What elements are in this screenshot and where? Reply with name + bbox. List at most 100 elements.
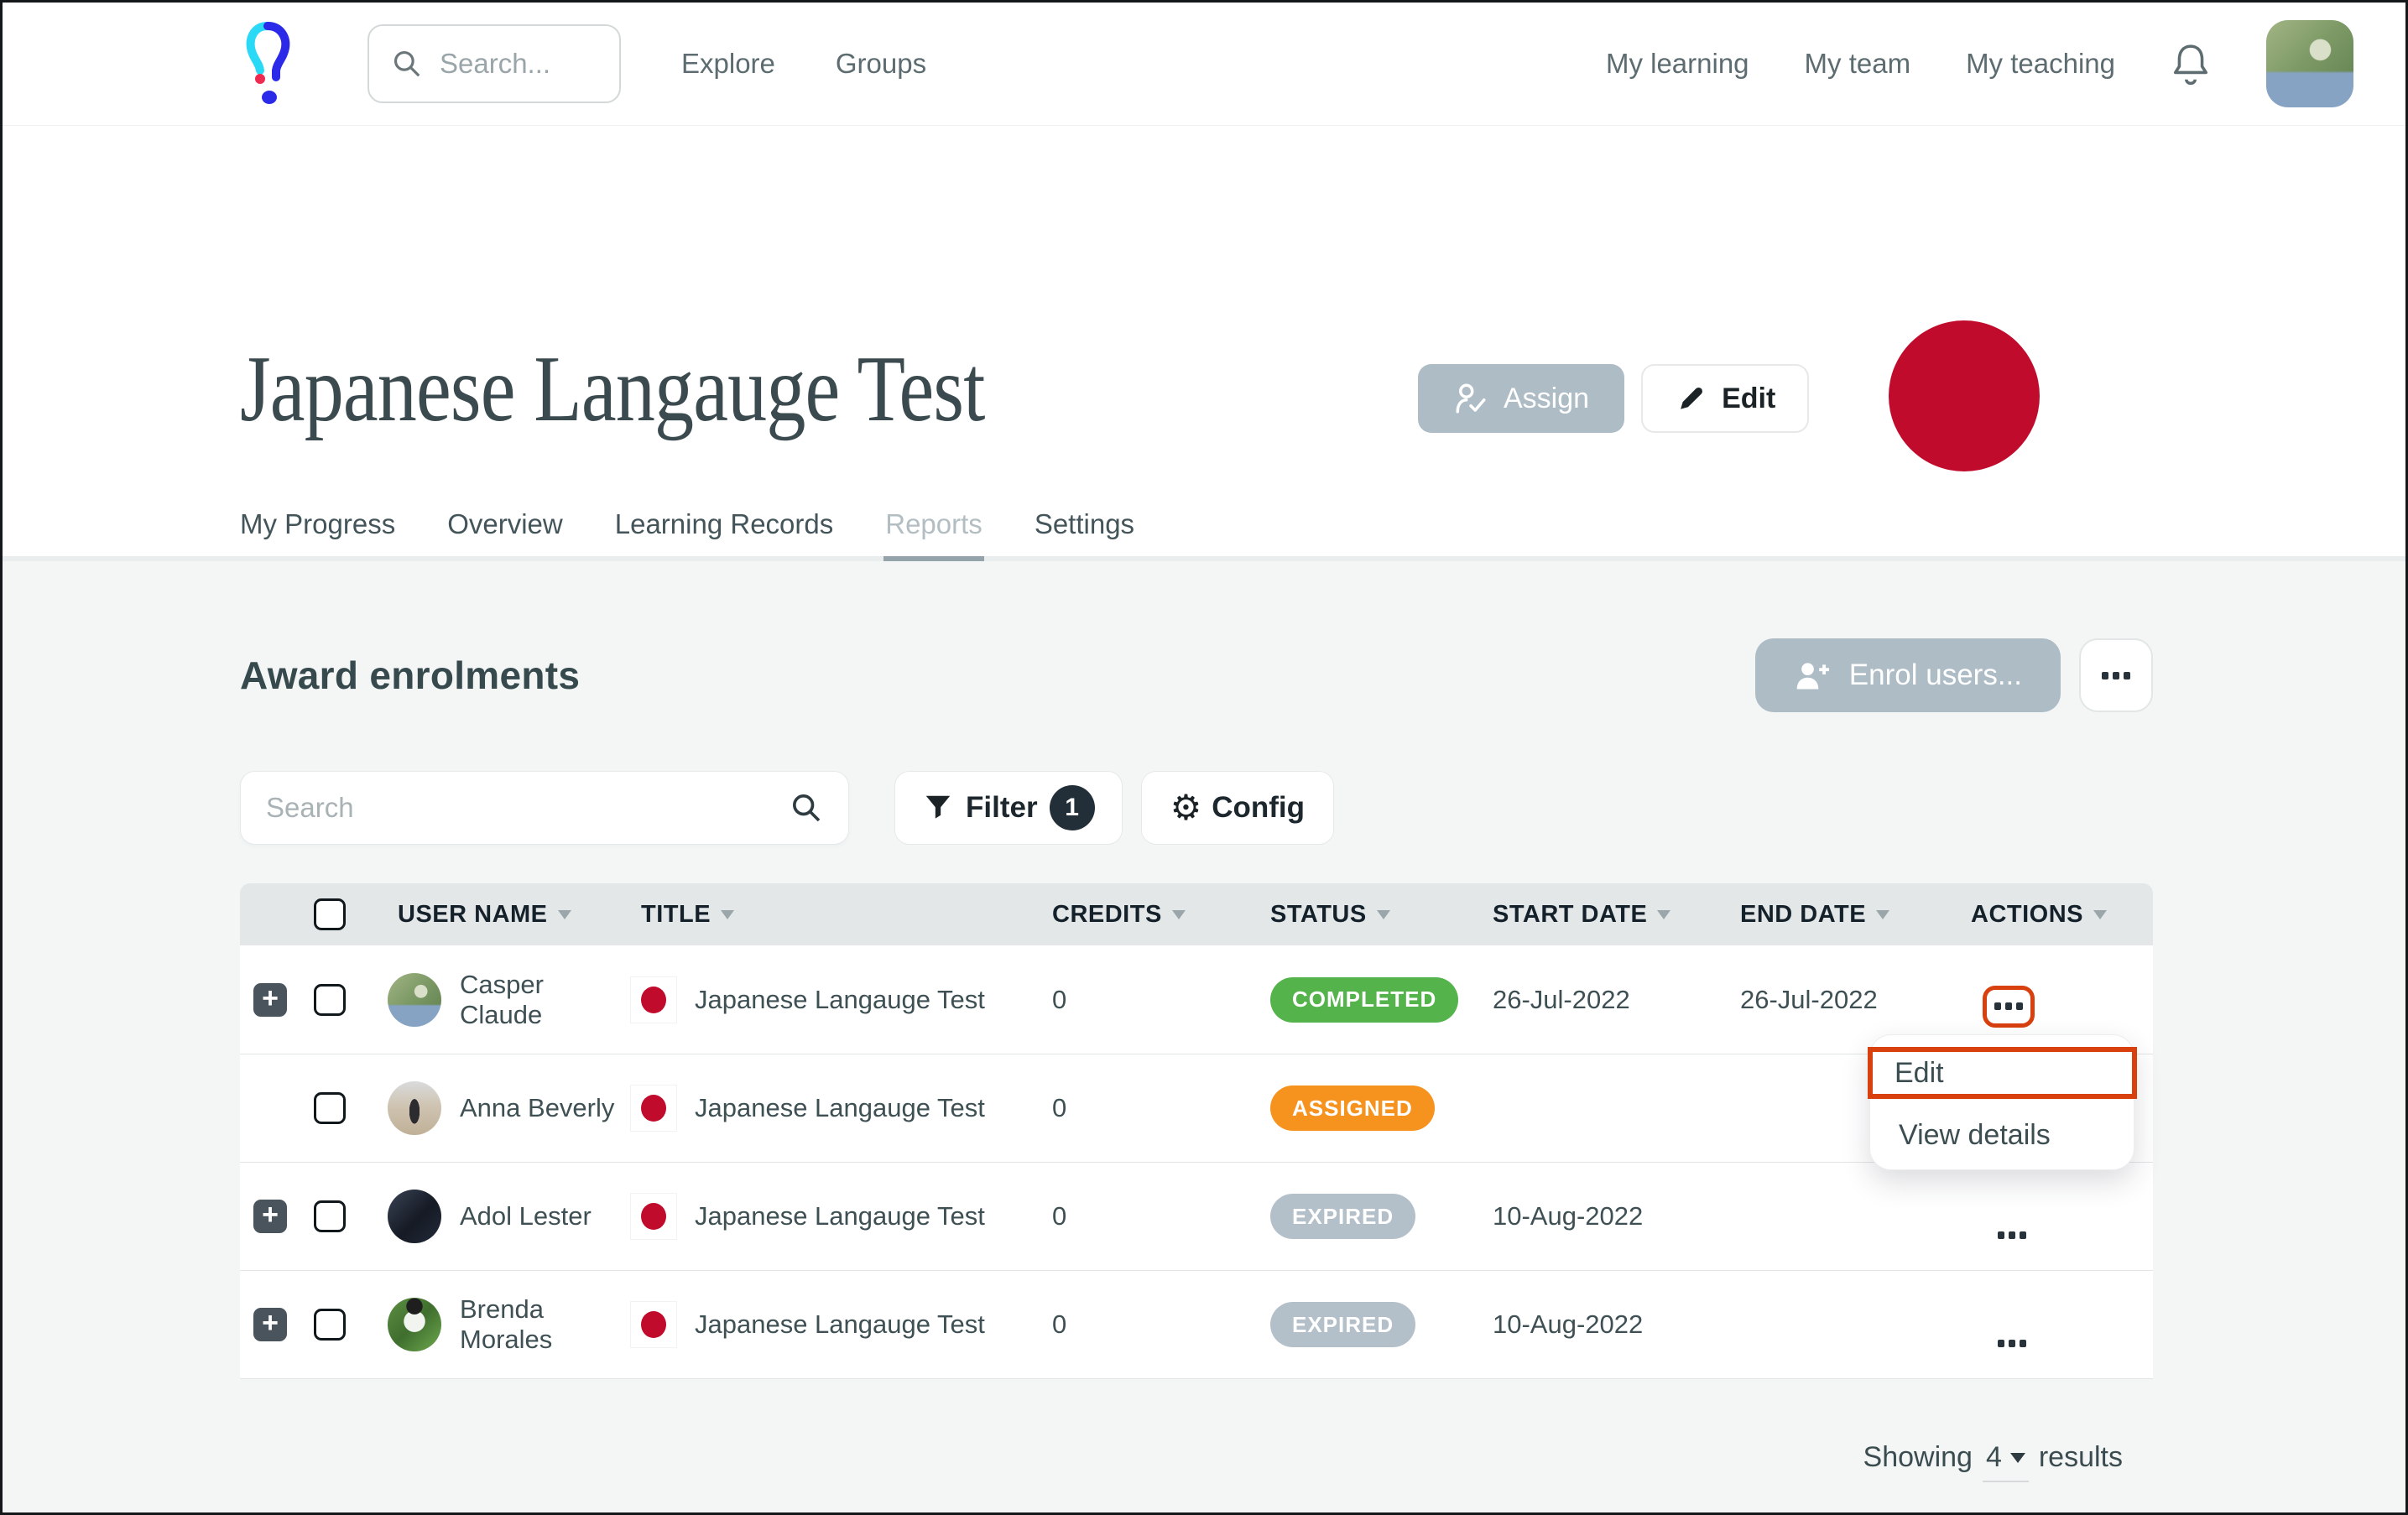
top-right-nav: My learning My team My teaching: [1606, 20, 2353, 107]
user-name: Casper Claude: [460, 970, 631, 1030]
more-actions-button[interactable]: [2079, 638, 2153, 712]
table-toolbar: Filter 1 ⚙ Config: [240, 771, 2153, 845]
nav-explore[interactable]: Explore: [681, 48, 775, 80]
tab-settings[interactable]: Settings: [1035, 492, 1134, 556]
row-checkbox[interactable]: [314, 1200, 346, 1232]
sort-caret-icon: [1876, 910, 1889, 919]
col-actions[interactable]: ACTIONS: [1961, 901, 2153, 929]
award-hero: Japanese Langauge Test Assign Edit: [3, 126, 2405, 561]
filter-button[interactable]: Filter 1: [894, 771, 1123, 845]
person-plus-icon: [1794, 657, 1831, 694]
tab-my-progress[interactable]: My Progress: [240, 492, 395, 556]
assign-button[interactable]: Assign: [1418, 364, 1624, 433]
top-navigation-bar: Explore Groups My learning My team My te…: [3, 3, 2405, 126]
enrol-users-button[interactable]: Enrol users...: [1755, 638, 2061, 712]
avatar: [388, 1298, 441, 1351]
sort-caret-icon: [1172, 910, 1186, 919]
nav-my-team[interactable]: My team: [1805, 48, 1911, 80]
table-row: Anna Beverly Japanese Langauge Test 0 AS…: [240, 1054, 2153, 1162]
row-checkbox[interactable]: [314, 984, 346, 1016]
award-cover-japan-flag: [1889, 320, 2040, 471]
nav-groups[interactable]: Groups: [836, 48, 926, 80]
results-label: results: [2039, 1441, 2123, 1474]
status-badge: COMPLETED: [1270, 977, 1458, 1023]
menu-item-edit-highlighted[interactable]: Edit: [1868, 1047, 2137, 1099]
row-actions-button[interactable]: [1998, 1231, 2026, 1239]
award-title: Japanese Langauge Test: [695, 985, 985, 1015]
brand-lightbulb-logo[interactable]: [243, 19, 294, 108]
global-search-box[interactable]: [367, 24, 621, 103]
col-status[interactable]: STATUS: [1260, 901, 1483, 929]
sort-caret-icon: [2093, 910, 2107, 919]
person-check-icon: [1453, 381, 1488, 416]
expand-row-button[interactable]: +: [253, 983, 287, 1017]
results-count: 4: [1986, 1441, 2002, 1474]
filter-count-badge: 1: [1050, 785, 1095, 830]
primary-nav: Explore Groups: [681, 48, 926, 80]
ellipsis-icon: [1994, 1002, 2023, 1010]
search-icon: [391, 48, 423, 80]
award-flag-icon: [631, 1302, 676, 1347]
award-flag-icon: [631, 1085, 676, 1131]
row-checkbox[interactable]: [314, 1092, 346, 1124]
start-date: 26-Jul-2022: [1483, 985, 1730, 1015]
edit-award-button[interactable]: Edit: [1641, 364, 1809, 433]
search-icon: [790, 791, 823, 825]
tab-reports[interactable]: Reports: [885, 492, 982, 556]
credits-value: 0: [1042, 1093, 1260, 1123]
end-date: 26-Jul-2022: [1730, 985, 1961, 1015]
credits-value: 0: [1042, 1309, 1260, 1340]
row-actions-button[interactable]: [1998, 1340, 2026, 1347]
profile-avatar[interactable]: [2266, 20, 2353, 107]
start-date: 10-Aug-2022: [1483, 1309, 1730, 1340]
award-flag-icon: [631, 977, 676, 1023]
user-name: Adol Lester: [460, 1201, 592, 1231]
gear-icon: ⚙: [1170, 790, 1202, 825]
status-badge: EXPIRED: [1270, 1302, 1415, 1347]
credits-value: 0: [1042, 985, 1260, 1015]
row-actions-button-highlighted[interactable]: [1983, 986, 2035, 1028]
section-heading: Award enrolments: [240, 653, 580, 698]
tab-learning-records[interactable]: Learning Records: [615, 492, 834, 556]
assign-button-label: Assign: [1504, 383, 1589, 415]
tab-overview[interactable]: Overview: [447, 492, 563, 556]
global-search-input[interactable]: [440, 48, 597, 80]
table-row: + Brenda Morales Japanese Langauge Test …: [240, 1270, 2153, 1378]
pencil-icon: [1675, 383, 1707, 414]
sort-caret-icon: [721, 910, 734, 919]
user-name: Brenda Morales: [460, 1294, 631, 1355]
status-badge: ASSIGNED: [1270, 1085, 1435, 1131]
nav-my-teaching[interactable]: My teaching: [1966, 48, 2115, 80]
table-row: + Adol Lester Japanese Langauge Test 0 E…: [240, 1162, 2153, 1270]
award-flag-icon: [631, 1194, 676, 1239]
user-name: Anna Beverly: [460, 1093, 614, 1123]
expand-row-button[interactable]: +: [253, 1308, 287, 1341]
award-title: Japanese Langauge Test: [695, 1309, 985, 1340]
config-button[interactable]: ⚙ Config: [1141, 771, 1334, 845]
col-end-date[interactable]: END DATE: [1730, 901, 1961, 929]
ellipsis-icon: [2102, 672, 2130, 679]
hero-action-buttons: Assign Edit: [1418, 364, 1809, 433]
chevron-down-icon: [2010, 1453, 2025, 1463]
expand-row-button[interactable]: +: [253, 1200, 287, 1233]
col-start-date[interactable]: START DATE: [1483, 901, 1730, 929]
config-button-label: Config: [1212, 791, 1305, 825]
col-credits[interactable]: CREDITS: [1042, 901, 1260, 929]
col-user-name[interactable]: USER NAME: [388, 901, 631, 929]
nav-my-learning[interactable]: My learning: [1606, 48, 1749, 80]
enrolments-table: USER NAME TITLE CREDITS STATUS START DAT…: [240, 883, 2153, 1379]
showing-label: Showing: [1863, 1441, 1973, 1474]
select-all-checkbox[interactable]: [314, 898, 346, 930]
notifications-bell-icon[interactable]: [2171, 40, 2211, 87]
award-title: Japanese Langauge Test: [695, 1201, 985, 1231]
menu-item-view-details[interactable]: View details: [1870, 1111, 2134, 1159]
enrolments-search-input[interactable]: [266, 792, 790, 824]
app-window: Explore Groups My learning My team My te…: [0, 0, 2408, 1515]
col-title[interactable]: TITLE: [631, 901, 1042, 929]
start-date: 10-Aug-2022: [1483, 1201, 1730, 1231]
table-body: + Casper Claude Japanese Langauge Test 0…: [240, 945, 2153, 1378]
results-count-dropdown[interactable]: 4: [1983, 1441, 2029, 1482]
enrolments-search-box[interactable]: [240, 771, 849, 845]
results-summary: Showing 4 results: [240, 1441, 2153, 1482]
row-checkbox[interactable]: [314, 1309, 346, 1341]
